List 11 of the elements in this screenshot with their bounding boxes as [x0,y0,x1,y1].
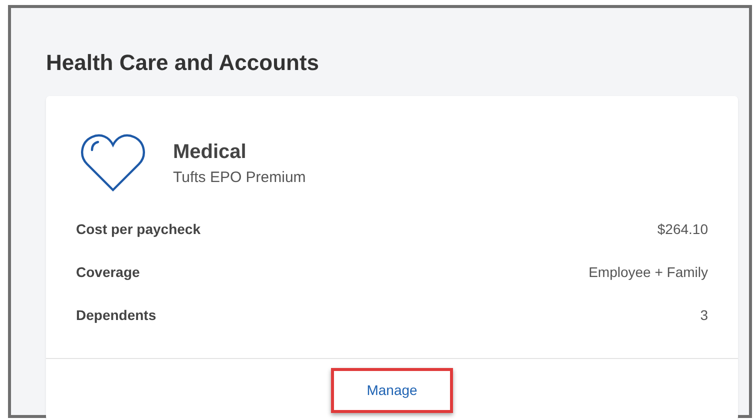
detail-value: $264.10 [657,220,708,239]
plan-name: Medical [173,140,246,165]
detail-label: Dependents [76,306,156,325]
heart-icon [80,134,146,192]
manage-link[interactable]: Manage [330,368,454,413]
detail-value: Employee + Family [588,263,708,282]
plan-subtitle: Tufts EPO Premium [173,168,306,188]
detail-label: Coverage [76,263,140,282]
section-title: Health Care and Accounts [46,49,320,77]
detail-label: Cost per paycheck [76,220,200,239]
detail-value: 3 [700,306,708,325]
